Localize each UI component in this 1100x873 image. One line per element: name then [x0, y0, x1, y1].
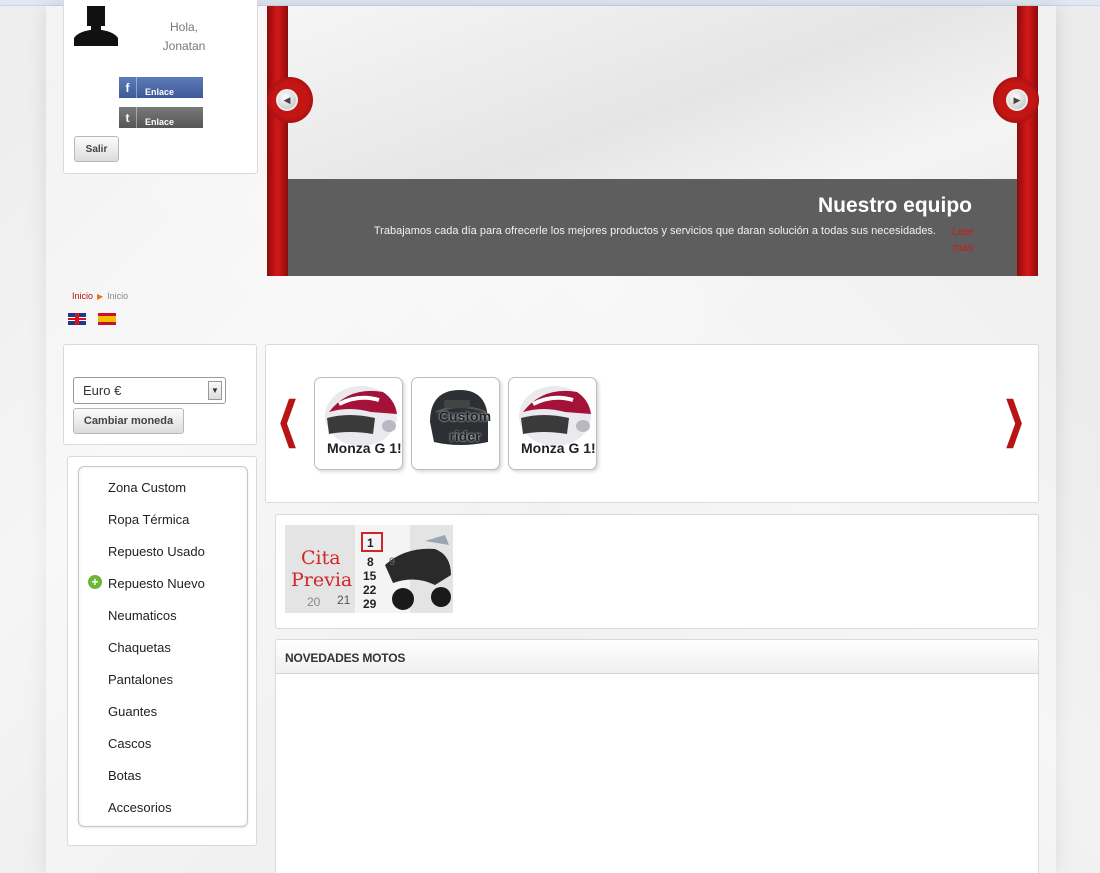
- user-avatar-icon: [74, 6, 118, 46]
- chevron-right-icon: ▶: [1006, 89, 1028, 111]
- category-botas[interactable]: Botas: [108, 768, 141, 783]
- product-name-line1: Custom: [438, 408, 492, 424]
- product-name-line2: rider: [449, 428, 481, 444]
- expand-plus-icon[interactable]: +: [88, 575, 102, 589]
- slider-rail-left: [267, 6, 288, 276]
- category-pantalones[interactable]: Pantalones: [108, 672, 173, 687]
- category-repuesto-usado[interactable]: Repuesto Usado: [108, 544, 205, 559]
- helmet-image: [519, 386, 591, 446]
- category-repuesto-nuevo[interactable]: Repuesto Nuevo: [108, 576, 205, 591]
- category-zona-custom[interactable]: Zona Custom: [108, 480, 186, 495]
- spain-flag-icon[interactable]: [98, 313, 116, 325]
- banner-previa-text: Previa: [291, 569, 353, 591]
- read-more-line1: Leer: [951, 226, 975, 238]
- calendar-day: 8: [367, 555, 374, 569]
- greeting-username: Jonatan: [162, 39, 206, 53]
- language-selector: [68, 313, 116, 325]
- product-card[interactable]: Custom rider: [411, 377, 500, 470]
- breadcrumb-home-link[interactable]: Inicio: [72, 291, 93, 301]
- category-cascos[interactable]: Cascos: [108, 736, 151, 751]
- read-more-link[interactable]: Leer mas: [948, 224, 978, 256]
- read-more-line2: mas: [952, 242, 974, 254]
- banner-cita-text: Cita: [301, 547, 341, 569]
- greeting-hello: Hola,: [169, 20, 198, 34]
- product-name: Monza G 1!: [327, 440, 402, 456]
- category-neumaticos[interactable]: Neumaticos: [108, 608, 177, 623]
- calendar-day: 20: [307, 595, 321, 609]
- calendar-day: 1: [367, 536, 374, 550]
- slider-rail-right: [1017, 6, 1038, 276]
- calendar-day: 21: [337, 593, 351, 607]
- category-chaquetas[interactable]: Chaquetas: [108, 640, 171, 655]
- product-name: Monza G 1!: [521, 440, 596, 456]
- category-guantes[interactable]: Guantes: [108, 704, 157, 719]
- calendar-day: 22: [363, 583, 377, 597]
- slider-title: Nuestro equipo: [817, 194, 972, 217]
- breadcrumb-current: Inicio: [107, 291, 129, 301]
- user-panel: Hola, Jonatan f Enlace t Enlace Salir: [63, 0, 258, 174]
- breadcrumb-separator-icon: ▶: [97, 291, 104, 301]
- slider-next-button[interactable]: ▶: [993, 77, 1039, 123]
- product-carousel: ❮ ❯ Monza G 1! Custom rider Monza G 1!: [265, 344, 1039, 503]
- novedades-title: NOVEDADES MOTOS: [285, 651, 406, 665]
- carousel-next-icon[interactable]: ❯: [1003, 397, 1025, 445]
- product-card[interactable]: Monza G 1!: [508, 377, 597, 470]
- category-panel: Zona Custom Ropa Térmica Repuesto Usado …: [67, 456, 257, 846]
- novedades-panel: NOVEDADES MOTOS: [275, 639, 1039, 873]
- calendar-day: 29: [363, 597, 377, 611]
- slider-prev-button[interactable]: ◀: [267, 77, 313, 123]
- helmet-image: [325, 386, 397, 446]
- product-name: Custom rider: [412, 406, 499, 446]
- calendar-day: 9: [389, 556, 396, 568]
- twitter-link-button[interactable]: t Enlace: [119, 107, 203, 128]
- category-accesorios[interactable]: Accesorios: [108, 800, 172, 815]
- slider-caption: Nuestro equipo Trabajamos cada día para …: [288, 179, 1017, 276]
- chevron-down-icon: ▼: [208, 381, 222, 400]
- twitter-link-label: Enlace: [145, 117, 175, 127]
- promo-banner-panel: 1 8 15 22 29 9 20 21 Cita Previa: [275, 514, 1039, 629]
- logout-button[interactable]: Salir: [74, 136, 119, 162]
- facebook-icon: f: [119, 77, 137, 98]
- facebook-link-button[interactable]: f Enlace: [119, 77, 203, 98]
- change-currency-button[interactable]: Cambiar moneda: [73, 408, 184, 434]
- facebook-link-label: Enlace: [145, 87, 175, 97]
- novedades-header: NOVEDADES MOTOS: [276, 640, 1038, 674]
- chevron-left-icon: ◀: [276, 89, 298, 111]
- category-list: Zona Custom Ropa Térmica Repuesto Usado …: [78, 466, 248, 827]
- currency-selected-value: Euro €: [83, 383, 122, 398]
- uk-flag-icon[interactable]: [68, 313, 86, 325]
- slider-text: Trabajamos cada día para ofrecerle los m…: [373, 225, 936, 237]
- breadcrumb: Inicio ▶ Inicio: [72, 291, 128, 301]
- carousel-prev-icon[interactable]: ❮: [277, 397, 299, 445]
- calendar-day: 15: [363, 569, 377, 583]
- category-ropa-termica[interactable]: Ropa Térmica: [108, 512, 189, 527]
- currency-select[interactable]: Euro € ▼: [73, 377, 226, 404]
- hero-slider: ◀ ▶ Nuestro equipo Trabajamos cada día p…: [267, 6, 1039, 276]
- product-card[interactable]: Monza G 1!: [314, 377, 403, 470]
- twitter-icon: t: [119, 107, 137, 128]
- currency-panel: Euro € ▼ Cambiar moneda: [63, 344, 257, 445]
- user-greeting: Hola, Jonatan: [154, 18, 214, 56]
- cita-previa-banner[interactable]: 1 8 15 22 29 9 20 21 Cita Previa: [285, 525, 453, 613]
